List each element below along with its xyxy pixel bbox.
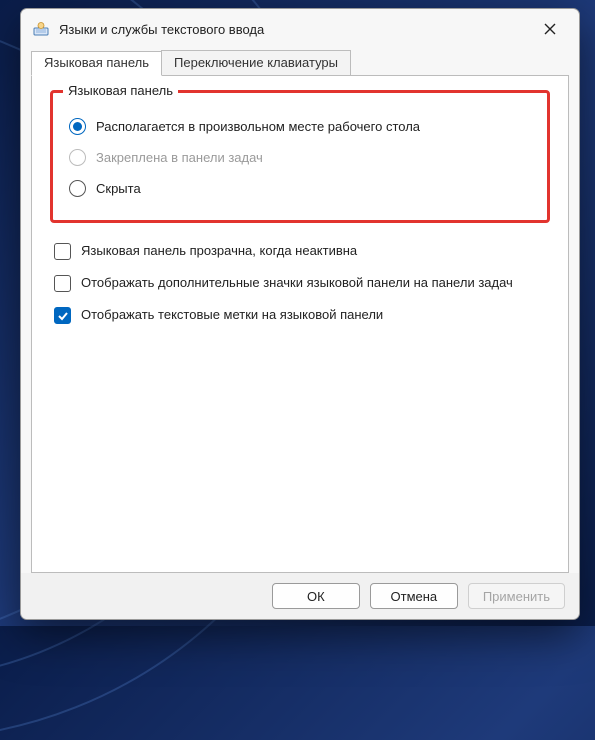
dialog-window: Языки и службы текстового ввода Языковая… (20, 8, 580, 620)
ok-button[interactable]: ОК (272, 583, 360, 609)
radio-floating[interactable] (69, 118, 86, 135)
checkbox-transparent-label: Языковая панель прозрачна, когда неактив… (81, 242, 357, 260)
group-legend: Языковая панель (63, 83, 178, 98)
radio-hidden-label: Скрыта (96, 181, 141, 196)
window-title: Языки и службы текстового ввода (59, 22, 529, 37)
checkbox-transparent[interactable] (54, 243, 71, 260)
radio-row-hidden[interactable]: Скрыта (65, 173, 535, 204)
radio-taskbar (69, 149, 86, 166)
tab-panel-content: Языковая панель Располагается в произвол… (31, 75, 569, 573)
checkbox-text-labels[interactable] (54, 307, 71, 324)
radio-hidden[interactable] (69, 180, 86, 197)
check-row-text-labels[interactable]: Отображать текстовые метки на языковой п… (52, 301, 550, 329)
checkbox-extra-icons-label: Отображать дополнительные значки языково… (81, 274, 513, 292)
tab-keyboard-switch[interactable]: Переключение клавиатуры (161, 50, 351, 75)
close-button[interactable] (529, 14, 571, 44)
check-row-transparent[interactable]: Языковая панель прозрачна, когда неактив… (52, 237, 550, 265)
group-language-bar: Языковая панель Располагается в произвол… (50, 90, 550, 223)
cancel-button[interactable]: Отмена (370, 583, 458, 609)
check-row-extra-icons[interactable]: Отображать дополнительные значки языково… (52, 269, 550, 297)
checkbox-extra-icons[interactable] (54, 275, 71, 292)
radio-floating-label: Располагается в произвольном месте рабоч… (96, 119, 420, 134)
radio-taskbar-label: Закреплена в панели задач (96, 150, 263, 165)
tab-strip: Языковая панель Переключение клавиатуры (21, 49, 579, 75)
dialog-buttons: ОК Отмена Применить (21, 573, 579, 619)
tab-language-panel[interactable]: Языковая панель (31, 51, 162, 76)
radio-row-floating[interactable]: Располагается в произвольном месте рабоч… (65, 111, 535, 142)
radio-row-taskbar: Закреплена в панели задач (65, 142, 535, 173)
titlebar: Языки и службы текстового ввода (21, 9, 579, 49)
checkbox-text-labels-label: Отображать текстовые метки на языковой п… (81, 306, 383, 324)
app-icon (31, 19, 51, 39)
apply-button[interactable]: Применить (468, 583, 565, 609)
